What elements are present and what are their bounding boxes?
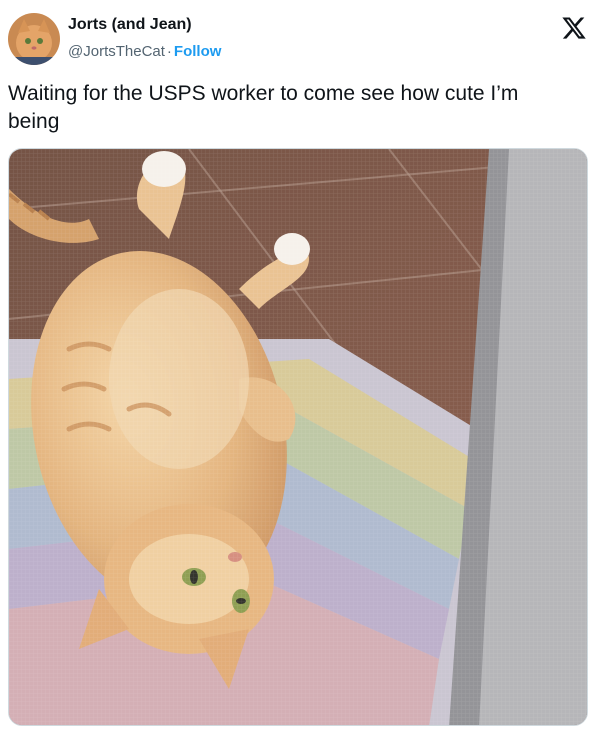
tweet-card: Jorts (and Jean) @JortsTheCat · Follow Wai…: [0, 0, 597, 730]
author-handle[interactable]: @JortsTheCat: [68, 43, 165, 60]
tweet-text: Waiting for the USPS worker to come see …: [8, 82, 519, 133]
cat-avatar-icon: [8, 13, 60, 65]
follow-button[interactable]: Follow: [174, 43, 222, 60]
x-logo-icon[interactable]: [561, 15, 587, 41]
separator-dot: ·: [166, 43, 172, 60]
author-name[interactable]: Jorts (and Jean): [68, 16, 192, 34]
cat-photo-icon: [9, 149, 587, 725]
avatar[interactable]: [8, 13, 60, 65]
author-meta: @JortsTheCat · Follow: [68, 43, 221, 60]
tweet-photo[interactable]: [8, 148, 588, 726]
